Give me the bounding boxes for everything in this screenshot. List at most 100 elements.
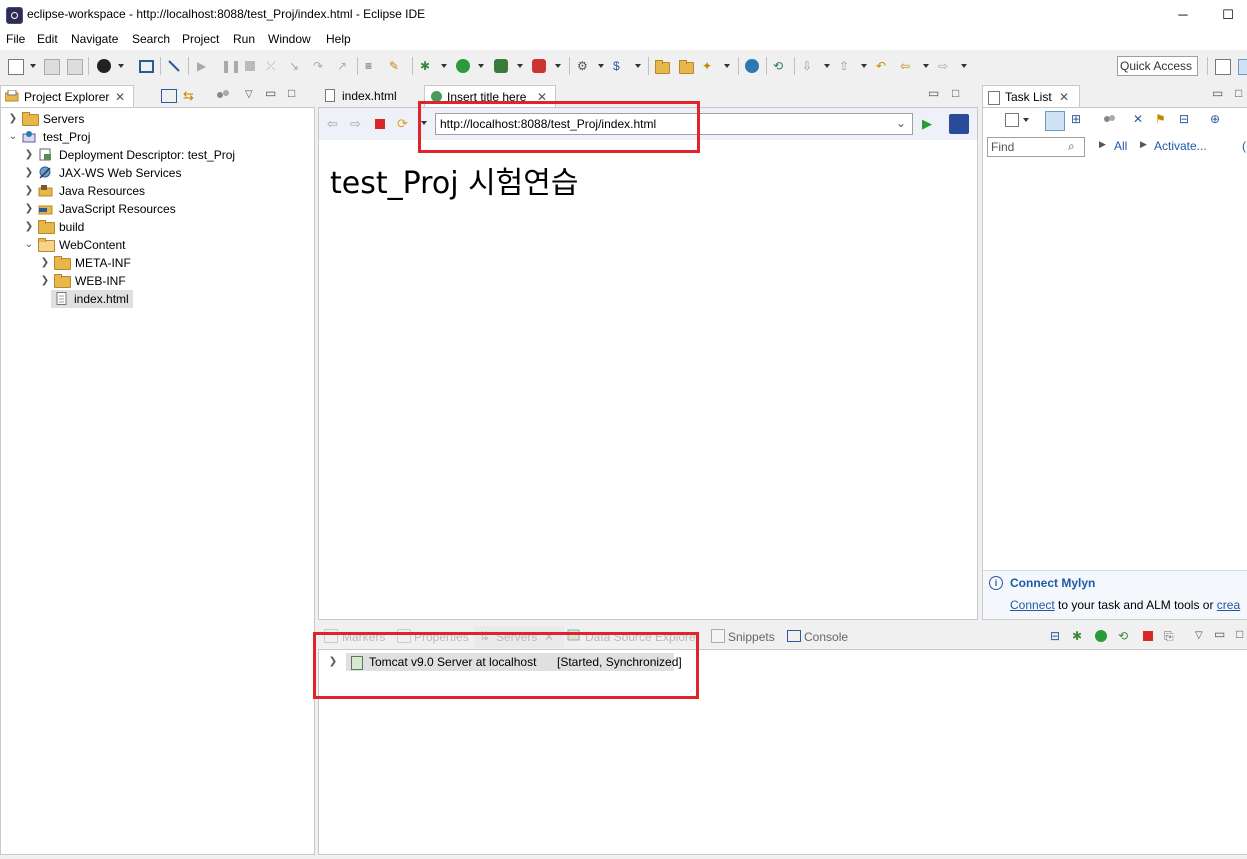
tab-index-html[interactable]: index.html <box>318 85 422 107</box>
web-browser-icon[interactable] <box>745 59 759 73</box>
tree-item-java-resources[interactable]: ❯ Java Resources <box>23 182 313 200</box>
chevron-right-icon[interactable]: ❯ <box>23 146 35 164</box>
chevron-down-icon[interactable]: ⌄ <box>7 128 19 146</box>
open-type-icon[interactable] <box>655 60 670 74</box>
activate-task-link[interactable]: Activate... <box>1154 139 1207 153</box>
disconnect-icon[interactable]: ⤫ <box>266 59 280 73</box>
create-link[interactable]: crea <box>1217 598 1240 612</box>
debug-server-icon[interactable]: ✱ <box>1072 629 1082 643</box>
step-return-icon[interactable]: ↗ <box>337 59 351 73</box>
tree-item-web-inf[interactable]: ❯ WEB-INF <box>39 272 309 290</box>
close-icon[interactable]: ✕ <box>115 90 125 104</box>
menu-file[interactable]: File <box>6 32 25 46</box>
menu-search[interactable]: Search <box>132 32 170 46</box>
maximize-view-icon[interactable]: □ <box>288 86 295 100</box>
minimize-view-icon[interactable]: ▭ <box>265 86 276 100</box>
tab-task-list[interactable]: Task List ✕ <box>982 85 1080 108</box>
forward-dropdown-icon[interactable] <box>961 64 967 68</box>
hide-completed-icon[interactable]: ✕ <box>1133 112 1143 126</box>
link-with-editor-icon[interactable]: ⇆ <box>183 88 194 104</box>
new-java-class-dropdown-icon[interactable] <box>635 64 641 68</box>
focus-icon[interactable] <box>1103 113 1115 125</box>
menu-help[interactable]: Help <box>326 32 351 46</box>
chevron-right-icon[interactable]: ❯ <box>23 200 35 218</box>
new-server-icon[interactable]: ⚙ <box>577 59 591 73</box>
open-perspective-icon[interactable] <box>1215 59 1231 75</box>
tab-project-explorer[interactable]: Project Explorer ✕ <box>0 85 134 108</box>
new-task-dropdown-icon[interactable] <box>1023 118 1029 122</box>
minimize-button[interactable]: ─ <box>1168 4 1198 26</box>
menu-window[interactable]: Window <box>268 32 311 46</box>
browser-back-icon[interactable]: ⇦ <box>327 116 338 132</box>
external-tools-dropdown-icon[interactable] <box>555 64 561 68</box>
chevron-down-icon[interactable]: ⌄ <box>23 236 35 254</box>
tree-item-javascript-resources[interactable]: ❯ JavaScript Resources <box>23 200 313 218</box>
last-edit-location-icon[interactable]: ↶ <box>876 59 890 73</box>
new-server-dropdown-icon[interactable] <box>598 64 604 68</box>
run-last-tool-icon[interactable]: ⟲ <box>773 59 787 73</box>
minimize-view-icon[interactable]: ▭ <box>1212 86 1223 100</box>
terminate-icon[interactable] <box>245 61 255 71</box>
publish-icon[interactable]: ⎘ <box>1164 629 1174 644</box>
coverage-dropdown-icon[interactable] <box>517 64 523 68</box>
new-icon[interactable] <box>8 59 24 75</box>
collapse-all-icon[interactable]: ⊟ <box>1050 629 1060 643</box>
chevron-right-icon[interactable]: ❯ <box>23 164 35 182</box>
previous-annotation-icon[interactable]: ⇧ <box>839 59 853 73</box>
tab-snippets[interactable]: Snippets <box>728 630 775 644</box>
minimize-view-icon[interactable]: ▭ <box>928 86 939 100</box>
resume-icon[interactable]: ▶ <box>197 59 211 73</box>
filter-all-link[interactable]: All <box>1114 139 1127 153</box>
collapse-all-icon[interactable] <box>161 89 177 103</box>
java-ee-perspective-icon[interactable] <box>1238 59 1247 75</box>
filters-icon[interactable] <box>216 89 230 101</box>
view-menu-icon[interactable]: ▽ <box>1195 630 1203 641</box>
browser-forward-icon[interactable]: ⇨ <box>350 116 361 132</box>
tree-item-index-html[interactable]: index.html <box>51 290 133 308</box>
new-task-icon[interactable] <box>1005 113 1019 127</box>
suspend-icon[interactable]: ❚❚ <box>221 59 241 73</box>
new-java-class-icon[interactable]: $ <box>613 59 627 73</box>
view-menu-icon[interactable]: ▽ <box>245 89 253 100</box>
step-into-icon[interactable]: ↘ <box>289 59 303 73</box>
tab-console[interactable]: Console <box>804 630 848 644</box>
task-repositories-icon[interactable]: ⊕ <box>1210 112 1220 126</box>
back-dropdown-icon[interactable] <box>923 64 929 68</box>
browser-refresh-icon[interactable]: ⟳ <box>397 116 408 132</box>
chevron-right-icon[interactable]: ❯ <box>23 218 35 236</box>
save-icon[interactable] <box>44 59 60 75</box>
chevron-right-icon[interactable]: ❯ <box>39 272 51 290</box>
synchronize-icon[interactable]: ⚑ <box>1155 112 1166 126</box>
stop-server-icon[interactable] <box>1143 631 1153 641</box>
connect-link[interactable]: Connect <box>1010 598 1055 612</box>
back-icon[interactable]: ⇦ <box>900 59 914 73</box>
browser-stop-icon[interactable] <box>375 119 385 129</box>
close-icon[interactable]: ✕ <box>1059 90 1069 104</box>
step-over-icon[interactable]: ↷ <box>313 59 327 73</box>
next-annotation-icon[interactable]: ⇩ <box>802 59 816 73</box>
next-annotation-dropdown-icon[interactable] <box>824 64 830 68</box>
open-resource-icon[interactable] <box>679 60 694 74</box>
run-dropdown-icon[interactable] <box>478 64 484 68</box>
browser-go-icon[interactable]: ▶ <box>922 116 932 132</box>
url-dropdown-icon[interactable]: ⌄ <box>896 116 906 130</box>
tree-item-build[interactable]: ❯ build <box>23 218 313 236</box>
chevron-right-icon[interactable]: ❯ <box>7 110 19 128</box>
menu-run[interactable]: Run <box>233 32 255 46</box>
maximize-view-icon[interactable]: □ <box>1235 86 1242 100</box>
run-icon[interactable] <box>456 59 470 73</box>
coverage-icon[interactable] <box>494 59 508 73</box>
external-tools-icon[interactable] <box>532 59 546 73</box>
start-server-icon[interactable] <box>1095 630 1107 642</box>
quick-access-input[interactable]: Quick Access <box>1117 56 1198 76</box>
menu-project[interactable]: Project <box>182 32 219 46</box>
menu-edit[interactable]: Edit <box>37 32 58 46</box>
task-help-icon[interactable]: ( <box>1242 139 1246 153</box>
scheduled-icon[interactable]: ⊞ <box>1071 112 1081 126</box>
profile-server-icon[interactable]: ⟲ <box>1118 629 1128 643</box>
profile-dropdown-icon[interactable] <box>118 64 124 68</box>
chevron-right-icon[interactable]: ❯ <box>39 254 51 272</box>
menu-navigate[interactable]: Navigate <box>71 32 118 46</box>
task-find-input[interactable]: Find ⌕ <box>987 137 1085 157</box>
open-task-icon[interactable]: ✎ <box>389 59 403 73</box>
